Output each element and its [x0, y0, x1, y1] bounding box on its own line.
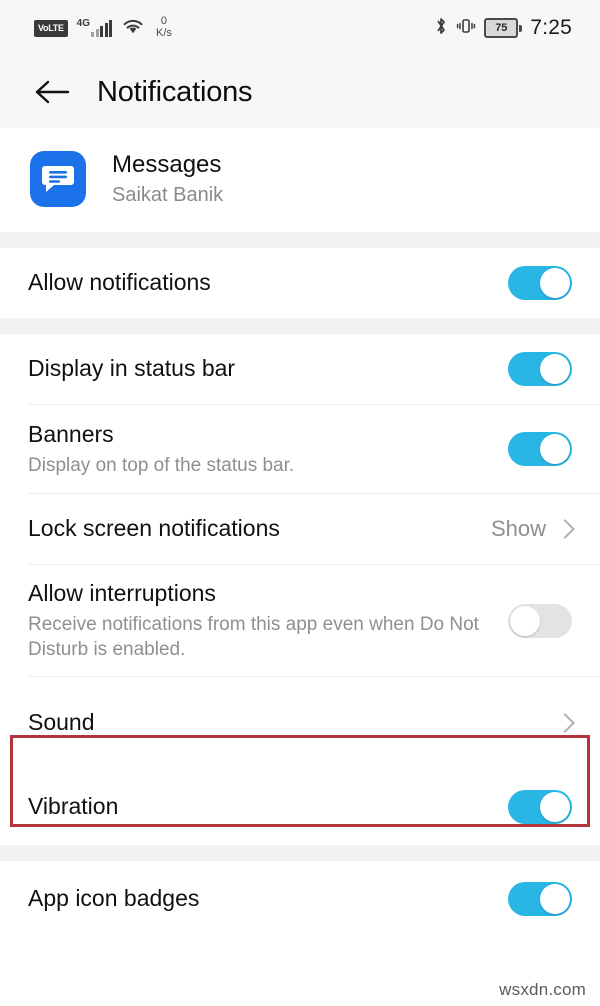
status-bar-left: VoLTE 4G 0 K/s	[34, 16, 172, 39]
watermark-label: wsxdn.com	[499, 980, 586, 999]
toggle-vibration[interactable]	[508, 790, 572, 825]
data-speed-indicator: 0 K/s	[156, 16, 172, 39]
row-labels: Allow notifications	[28, 254, 490, 312]
row-label: App icon badges	[28, 885, 200, 912]
row-labels: Vibration	[28, 778, 490, 836]
signal-bars-icon: 4G	[76, 18, 113, 37]
battery-icon: 75	[484, 18, 523, 38]
app-info-row: Messages Saikat Banik	[0, 128, 600, 232]
app-name-label: Messages	[112, 151, 222, 178]
row-app-icon-badges[interactable]: App icon badges	[0, 861, 600, 937]
wifi-icon	[121, 17, 145, 40]
chevron-right-icon[interactable]	[555, 519, 575, 539]
row-display-in-status-bar[interactable]: Display in status bar	[0, 334, 600, 404]
page-title: Notifications	[97, 75, 253, 108]
section-notification-options: Display in status bar Banners Display on…	[0, 334, 600, 846]
row-label: Allow notifications	[28, 269, 211, 296]
row-labels: Banners Display on top of the status bar…	[28, 406, 490, 492]
row-labels: Lock screen notifications	[28, 500, 473, 558]
row-vibration[interactable]: Vibration	[0, 769, 600, 845]
row-labels: App icon badges	[28, 870, 490, 928]
section-gap	[0, 318, 600, 334]
row-sublabel: Receive notifications from this app even…	[28, 613, 479, 660]
bluetooth-icon	[434, 16, 448, 41]
vibrate-icon	[456, 16, 476, 41]
row-banners[interactable]: Banners Display on top of the status bar…	[0, 405, 600, 493]
battery-level-label: 75	[495, 21, 508, 34]
section-allow-notifications: Allow notifications	[0, 248, 600, 318]
row-labels: Allow interruptions Receive notification…	[28, 565, 490, 676]
clock-label: 7:25	[530, 16, 572, 39]
status-bar-right: 75 7:25	[434, 16, 572, 41]
data-speed-unit: K/s	[156, 27, 172, 39]
status-bar: VoLTE 4G 0 K/s 75 7:25	[0, 0, 600, 56]
row-allow-notifications[interactable]: Allow notifications	[0, 248, 600, 318]
row-sublabel: Display on top of the status bar.	[28, 454, 295, 476]
back-arrow-icon[interactable]	[30, 69, 76, 115]
toggle-banners[interactable]	[508, 432, 572, 466]
row-allow-interruptions[interactable]: Allow interruptions Receive notification…	[0, 565, 600, 676]
chevron-right-icon[interactable]	[555, 713, 575, 733]
signal-bar-strength	[91, 20, 113, 37]
row-label: Banners	[28, 421, 114, 448]
row-sound[interactable]: Sound	[0, 677, 600, 769]
row-value: Show	[490, 516, 546, 541]
row-labels: Display in status bar	[28, 340, 490, 398]
row-labels: Sound	[28, 694, 540, 752]
toggle-app-icon-badges[interactable]	[508, 882, 572, 917]
row-label: Allow interruptions	[28, 580, 216, 606]
app-account-label: Saikat Banik	[112, 184, 224, 206]
section-gap	[0, 845, 600, 862]
toggle-display-in-status-bar[interactable]	[508, 352, 572, 386]
section-app-icon-badges: App icon badges	[0, 861, 600, 938]
network-type-label: 4G	[76, 18, 91, 29]
volte-badge: VoLTE	[34, 19, 68, 37]
row-label: Vibration	[28, 793, 119, 820]
row-value-group	[555, 713, 575, 733]
section-gap	[0, 232, 600, 248]
toggle-allow-interruptions[interactable]	[508, 603, 572, 638]
app-meta: Messages Saikat Banik	[112, 150, 223, 208]
row-label: Display in status bar	[28, 355, 236, 382]
row-lock-screen-notifications[interactable]: Lock screen notifications Show	[0, 494, 600, 564]
toggle-allow-notifications[interactable]	[508, 266, 572, 300]
page-header: Notifications	[0, 56, 600, 128]
row-label: Lock screen notifications	[28, 515, 280, 542]
messages-app-icon	[30, 151, 86, 207]
row-value-group: Show	[490, 516, 575, 542]
row-label: Sound	[28, 709, 95, 736]
